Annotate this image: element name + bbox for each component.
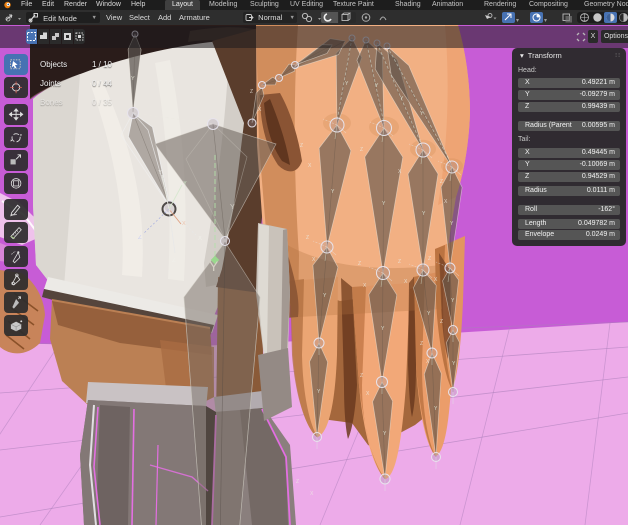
svg-text:Y: Y (183, 181, 187, 187)
svg-text:Z: Z (420, 341, 423, 347)
svg-text:Z: Z (172, 258, 176, 264)
svg-text:Y: Y (209, 258, 219, 274)
svg-text:Z: Z (360, 147, 363, 153)
svg-text:Y: Y (158, 170, 162, 176)
svg-text:Z: Z (296, 479, 299, 485)
svg-text:Z: Z (440, 319, 443, 325)
svg-text:Z: Z (398, 259, 401, 265)
svg-text:Z: Z (250, 89, 253, 95)
svg-text:Z: Z (428, 256, 431, 262)
svg-text:Z: Z (360, 373, 363, 379)
svg-text:X: X (198, 236, 202, 242)
svg-text:Z: Z (300, 143, 303, 149)
svg-text:Z: Z (358, 261, 361, 267)
svg-text:X: X (182, 221, 186, 227)
svg-text:Y: Y (230, 204, 235, 211)
svg-text:Z: Z (306, 235, 309, 241)
svg-text:Z: Z (440, 179, 443, 185)
svg-text:Z: Z (138, 235, 142, 241)
svg-text:Y: Y (131, 76, 135, 82)
